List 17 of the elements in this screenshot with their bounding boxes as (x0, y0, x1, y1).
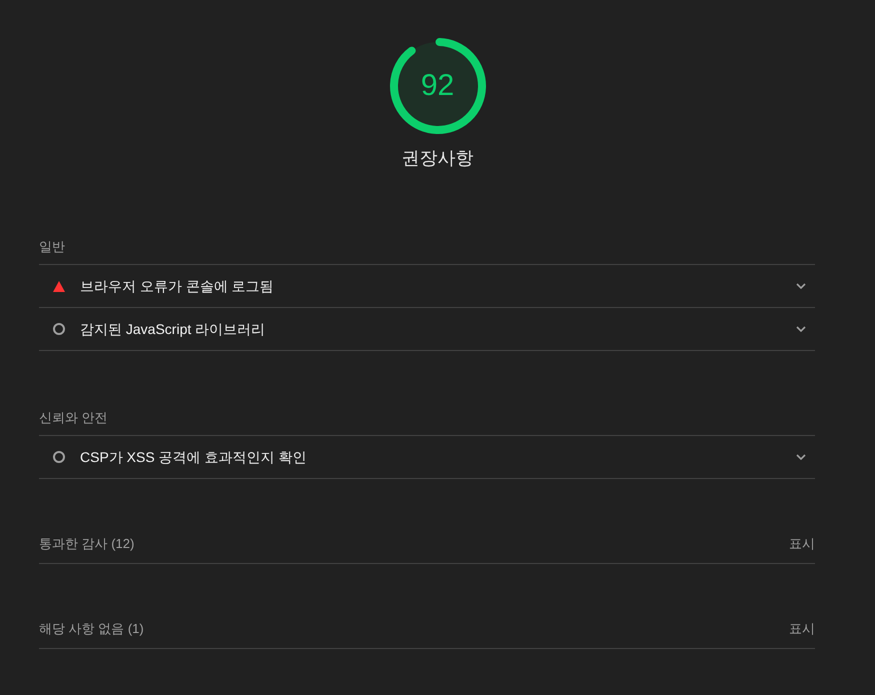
audit-title: 감지된 JavaScript 라이브러리 (80, 320, 266, 339)
show-button[interactable]: 표시 (789, 534, 815, 554)
show-button[interactable]: 표시 (789, 619, 815, 639)
section-heading: 일반 (39, 239, 65, 254)
section-heading: 통과한 감사 (12) (39, 535, 134, 553)
audit-title: 브라우저 오류가 콘솔에 로그됨 (80, 277, 274, 296)
circle-icon (53, 451, 65, 463)
chevron-icon[interactable] (796, 326, 806, 332)
audit-title: CSP가 XSS 공격에 효과적인지 확인 (80, 448, 306, 467)
category-title: 권장사항 (402, 147, 474, 170)
circle-icon (53, 323, 65, 335)
chevron-icon[interactable] (796, 283, 806, 289)
score-value: 92 (420, 68, 454, 104)
chevron-icon[interactable] (796, 454, 806, 460)
warning-triangle-icon (53, 280, 65, 292)
section-heading: 해당 사항 없음 (1) (39, 620, 144, 638)
section-heading: 신뢰와 안전 (39, 410, 108, 425)
